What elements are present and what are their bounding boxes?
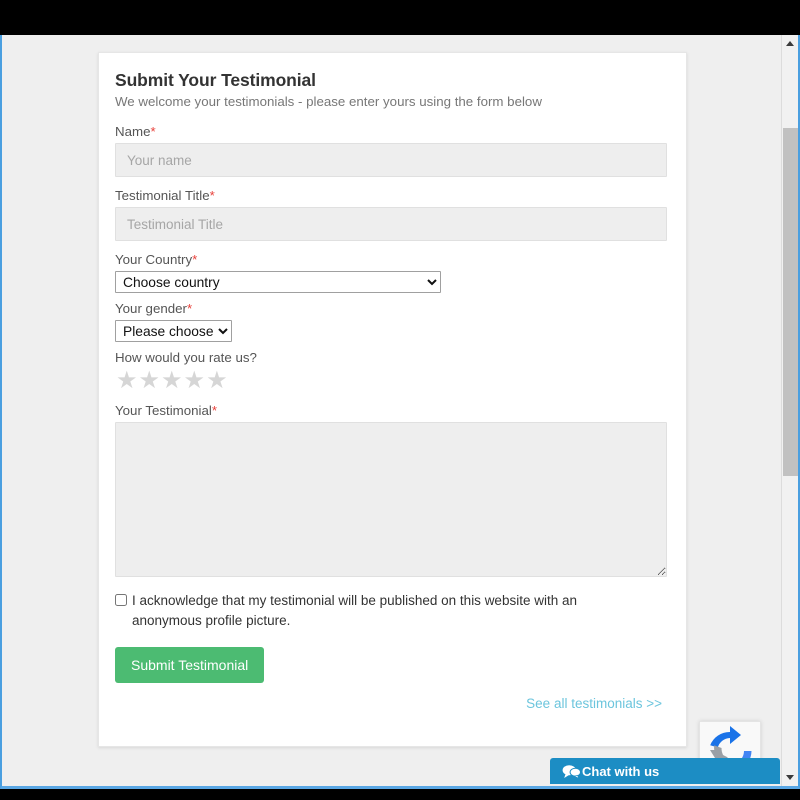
star-icon-5[interactable]: ★ <box>206 369 228 393</box>
scroll-up-button[interactable] <box>782 35 798 52</box>
browser-viewport: Submit Your Testimonial We welcome your … <box>0 35 800 789</box>
acknowledge-checkbox[interactable] <box>115 594 127 606</box>
star-icon-3[interactable]: ★ <box>161 369 183 393</box>
testimonial-textarea[interactable] <box>115 422 667 577</box>
label-testimonial-title-text: Testimonial Title <box>115 188 210 203</box>
label-country: Your Country* <box>115 252 664 267</box>
required-marker: * <box>211 403 218 418</box>
see-all-testimonials-link[interactable]: See all testimonials >> <box>526 696 662 711</box>
label-gender: Your gender* <box>115 301 664 316</box>
vertical-scrollbar[interactable] <box>781 35 798 786</box>
star-icon-1[interactable]: ★ <box>116 369 138 393</box>
label-country-text: Your Country <box>115 252 193 267</box>
required-marker: * <box>192 252 198 267</box>
scrollbar-thumb[interactable] <box>783 128 798 476</box>
chat-with-us-widget[interactable]: Chat with us <box>550 758 780 784</box>
submit-testimonial-button[interactable]: Submit Testimonial <box>115 646 265 683</box>
scroll-down-button[interactable] <box>782 769 798 786</box>
acknowledge-label: I acknowledge that my testimonial will b… <box>132 593 577 629</box>
label-rating: How would you rate us? <box>115 350 257 365</box>
star-icon-4[interactable]: ★ <box>184 369 206 393</box>
label-testimonial: Your Testimonial* <box>115 403 664 418</box>
page-subtitle: We welcome your testimonials - please en… <box>115 94 542 109</box>
star-icon-2[interactable]: ★ <box>139 369 161 393</box>
acknowledge-row: I acknowledge that my testimonial will b… <box>115 591 625 632</box>
page-title: Submit Your Testimonial <box>115 70 316 90</box>
country-select[interactable]: Choose country <box>115 271 441 293</box>
label-testimonial-title: Testimonial Title* <box>115 188 664 203</box>
name-input[interactable] <box>115 143 667 177</box>
see-all-row: See all testimonials >> <box>115 695 664 713</box>
label-testimonial-text: Your Testimonial <box>115 403 212 418</box>
required-marker: * <box>209 188 215 203</box>
label-name: Name* <box>115 124 664 139</box>
chat-widget-label: Chat with us <box>582 763 660 779</box>
page-content: Submit Your Testimonial We welcome your … <box>2 35 783 786</box>
required-marker: * <box>186 301 193 316</box>
gender-select[interactable]: Please choose <box>115 320 232 342</box>
testimonial-title-input[interactable] <box>115 207 667 241</box>
chat-bubble-icon <box>562 764 581 779</box>
chevron-up-icon <box>786 41 794 46</box>
label-name-text: Name <box>115 124 151 139</box>
testimonial-form-card: Submit Your Testimonial We welcome your … <box>98 52 687 747</box>
required-marker: * <box>150 124 156 139</box>
chevron-down-icon <box>786 775 794 780</box>
label-gender-text: Your gender <box>115 301 187 316</box>
star-rating[interactable]: ★ ★ ★ ★ ★ <box>116 369 664 393</box>
